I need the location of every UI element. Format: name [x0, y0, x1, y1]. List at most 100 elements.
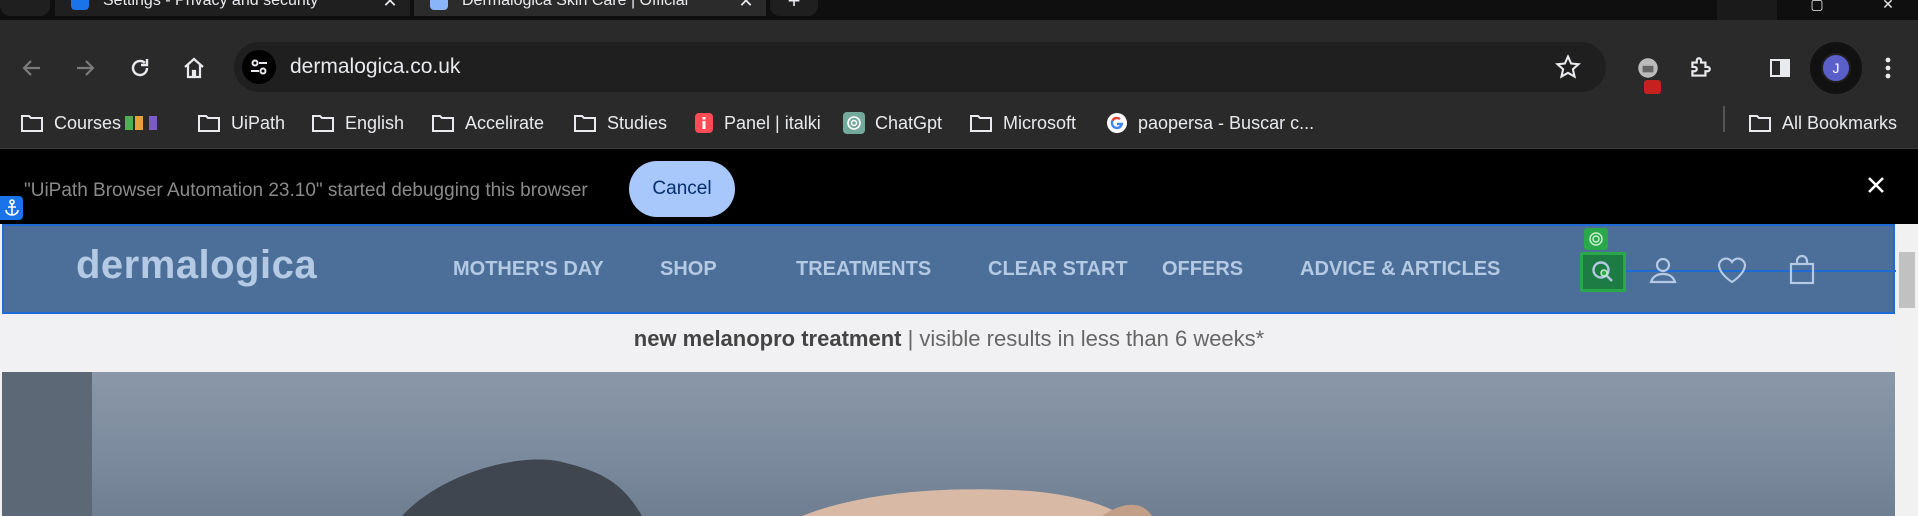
debugging-infobar: "UiPath Browser Automation 23.10" starte…: [0, 148, 1918, 224]
new-tab-button[interactable]: +: [770, 0, 818, 16]
site-info-button[interactable]: [242, 50, 276, 84]
all-bookmarks-button[interactable]: All Bookmarks: [1748, 108, 1897, 138]
dermalogica-favicon-icon: [430, 0, 448, 10]
tab-settings[interactable]: Settings - Privacy and security ✕: [55, 0, 410, 16]
nav-treatments[interactable]: TREATMENTS: [796, 258, 931, 281]
bookmark-courses[interactable]: Courses: [20, 108, 158, 138]
bookmark-english[interactable]: English: [311, 108, 404, 138]
bookmark-label: Studies: [607, 112, 668, 133]
settings-gear-icon: [71, 0, 89, 10]
scrollbar-thumb[interactable]: [1899, 252, 1915, 308]
close-tab-icon[interactable]: ✕: [736, 0, 756, 12]
dermalogica-logo[interactable]: dermalogica: [76, 243, 317, 288]
cancel-debugging-button[interactable]: Cancel: [629, 161, 735, 217]
menu-button[interactable]: [1868, 48, 1908, 88]
nav-shop[interactable]: SHOP: [660, 258, 717, 281]
debugging-message: "UiPath Browser Automation 23.10" starte…: [24, 180, 588, 201]
window-close-button[interactable]: ✕: [1858, 0, 1918, 20]
avatar: J: [1821, 53, 1851, 83]
promo-text: | visible results in less than 6 weeks*: [901, 326, 1265, 351]
wishlist-button[interactable]: [1714, 252, 1750, 288]
close-tab-icon[interactable]: ✕: [380, 0, 400, 12]
tab-strip: Settings - Privacy and security ✕ Dermal…: [0, 0, 1918, 20]
bookmark-label: paopersa - Buscar c...: [1138, 112, 1315, 133]
forward-button[interactable]: [65, 48, 105, 88]
folder-icon: [573, 113, 597, 133]
bookmark-star-button[interactable]: [1554, 53, 1582, 86]
chatgpt-icon: [843, 112, 865, 134]
tab-title: Dermalogica Skin Care | Official: [462, 0, 689, 9]
profile-button[interactable]: J: [1810, 42, 1862, 94]
google-icon: [1106, 112, 1128, 134]
bookmark-chatgpt[interactable]: ChatGpt: [843, 108, 942, 138]
extension-shield-icon: [1638, 58, 1658, 78]
anchor-icon[interactable]: [0, 196, 23, 220]
bookmark-label: UiPath: [231, 112, 286, 133]
bookmark-accelirate[interactable]: Accelirate: [431, 108, 544, 138]
folder-icon: [1748, 113, 1772, 133]
side-panel-icon: [1770, 59, 1790, 77]
url-text[interactable]: dermalogica.co.uk: [290, 55, 460, 79]
account-button[interactable]: [1645, 252, 1681, 288]
close-infobar-button[interactable]: [1866, 175, 1886, 200]
bookmark-italki[interactable]: Panel | italki: [694, 108, 821, 138]
back-button[interactable]: [12, 48, 52, 88]
site-header: dermalogica MOTHER'S DAY SHOP TREATMENTS…: [2, 224, 1898, 314]
tab-dermalogica[interactable]: Dermalogica Skin Care | Official ✕: [414, 0, 766, 16]
tab-title: Settings - Privacy and security: [103, 0, 319, 9]
arrow-right-icon: [77, 60, 95, 76]
bookmark-label: Panel | italki: [724, 112, 821, 133]
hero-image[interactable]: [2, 372, 1895, 516]
cart-button[interactable]: [1784, 252, 1820, 288]
bookmarks-separator: [1723, 106, 1725, 132]
address-bar[interactable]: dermalogica.co.uk: [234, 42, 1606, 92]
bookmarks-bar: Courses UiPath English Accelirate Studie…: [0, 98, 1918, 148]
web-page: dermalogica MOTHER'S DAY SHOP TREATMENTS…: [0, 224, 1918, 516]
reload-icon: [131, 59, 149, 77]
bookmark-label: Accelirate: [465, 112, 545, 133]
bookmark-studies[interactable]: Studies: [573, 108, 667, 138]
nav-advice-articles[interactable]: ADVICE & ARTICLES: [1300, 258, 1500, 281]
bag-icon: [1789, 254, 1815, 285]
extensions-button[interactable]: [1680, 48, 1720, 88]
italki-icon: [694, 112, 714, 134]
nav-mothers-day[interactable]: MOTHER'S DAY: [453, 258, 604, 281]
promo-bold-text: new melanopro treatment: [633, 326, 902, 351]
hero-photo: [2, 372, 1152, 516]
star-icon: [1555, 53, 1581, 79]
bookmark-label: Microsoft: [1003, 112, 1077, 133]
bookmark-label: All Bookmarks: [1782, 112, 1898, 133]
bookmark-label: Courses: [54, 112, 122, 133]
tab-search-button[interactable]: [0, 0, 50, 16]
nav-offers[interactable]: OFFERS: [1162, 258, 1243, 281]
books-emoji-icon: [135, 116, 144, 130]
side-panel-button[interactable]: [1760, 48, 1800, 88]
folder-icon: [969, 113, 993, 133]
user-icon: [1649, 257, 1677, 284]
target-icon: [1584, 228, 1608, 250]
extension-badge: [1644, 80, 1661, 94]
arrow-left-icon: [22, 60, 40, 76]
bookmark-label: English: [345, 112, 405, 133]
bookmark-microsoft[interactable]: Microsoft: [969, 108, 1076, 138]
reload-button[interactable]: [120, 48, 160, 88]
puzzle-icon: [1691, 57, 1711, 77]
folder-icon: [311, 113, 335, 133]
heart-icon: [1717, 257, 1747, 284]
maximize-button[interactable]: ▢: [1787, 0, 1847, 20]
more-vert-icon: [1885, 57, 1891, 79]
promo-banner[interactable]: new melanopro treatment | visible result…: [0, 326, 1898, 352]
home-icon: [184, 57, 204, 79]
folder-icon: [20, 113, 44, 133]
minimize-button[interactable]: [1717, 0, 1777, 20]
page-scrollbar[interactable]: [1896, 224, 1918, 516]
search-icon: [1592, 261, 1613, 282]
nav-clear-start[interactable]: CLEAR START: [988, 258, 1128, 281]
search-button[interactable]: [1580, 252, 1626, 292]
bookmark-google-search[interactable]: paopersa - Buscar c...: [1106, 108, 1314, 138]
close-icon: [1868, 177, 1884, 193]
folder-icon: [431, 113, 455, 133]
bookmark-uipath[interactable]: UiPath: [197, 108, 285, 138]
folder-icon: [197, 113, 221, 133]
home-button[interactable]: [174, 48, 214, 88]
